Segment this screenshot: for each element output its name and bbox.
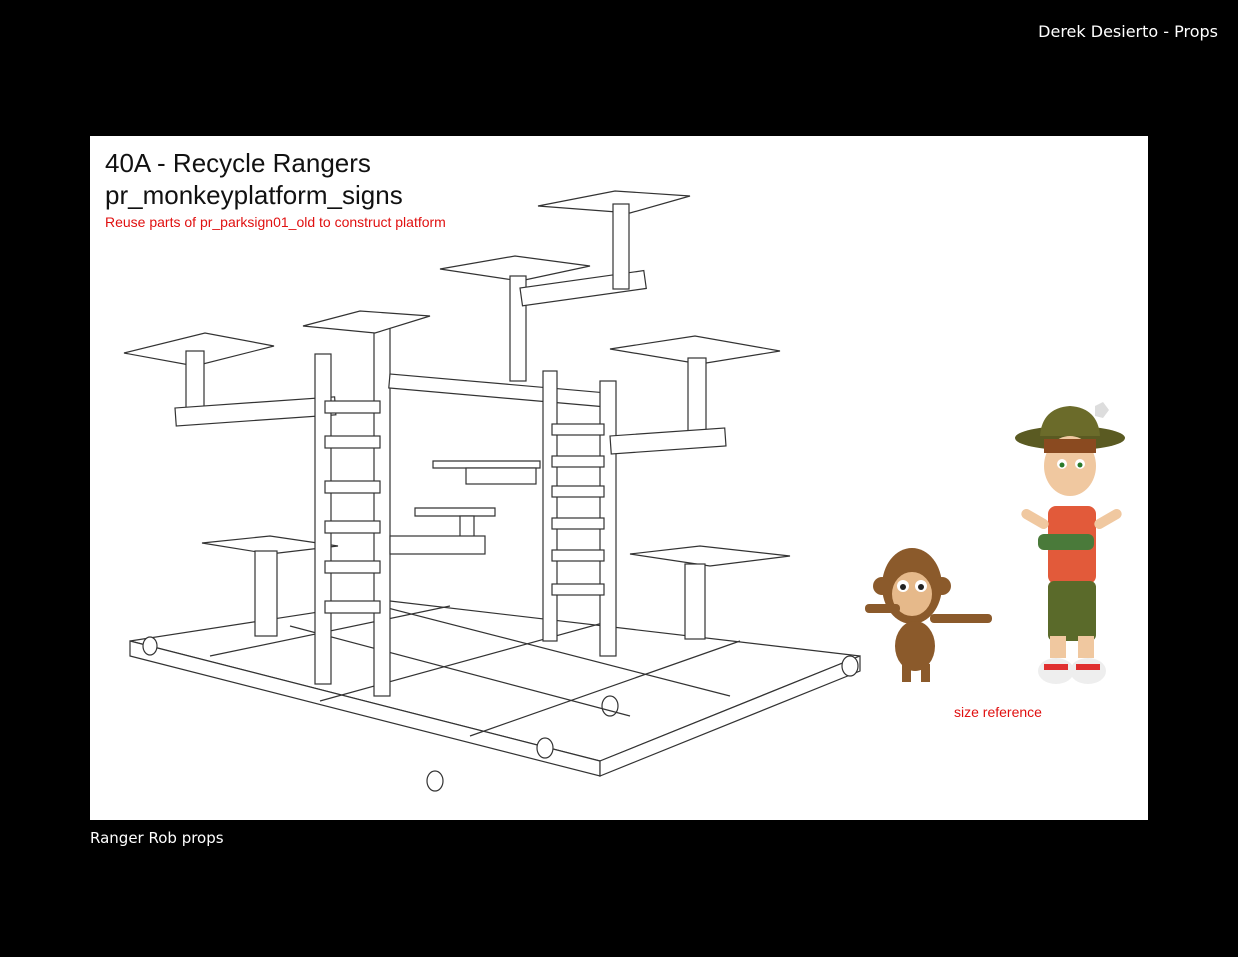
footer-caption: Ranger Rob props [90,829,224,847]
author-credit: Derek Desierto - Props [1038,22,1218,41]
size-reference-label: size reference [954,704,1042,720]
prop-sheet: 40A - Recycle Rangers pr_monkeyplatform_… [90,136,1148,820]
ranger-character [1015,402,1125,684]
monkey-character [865,548,992,682]
